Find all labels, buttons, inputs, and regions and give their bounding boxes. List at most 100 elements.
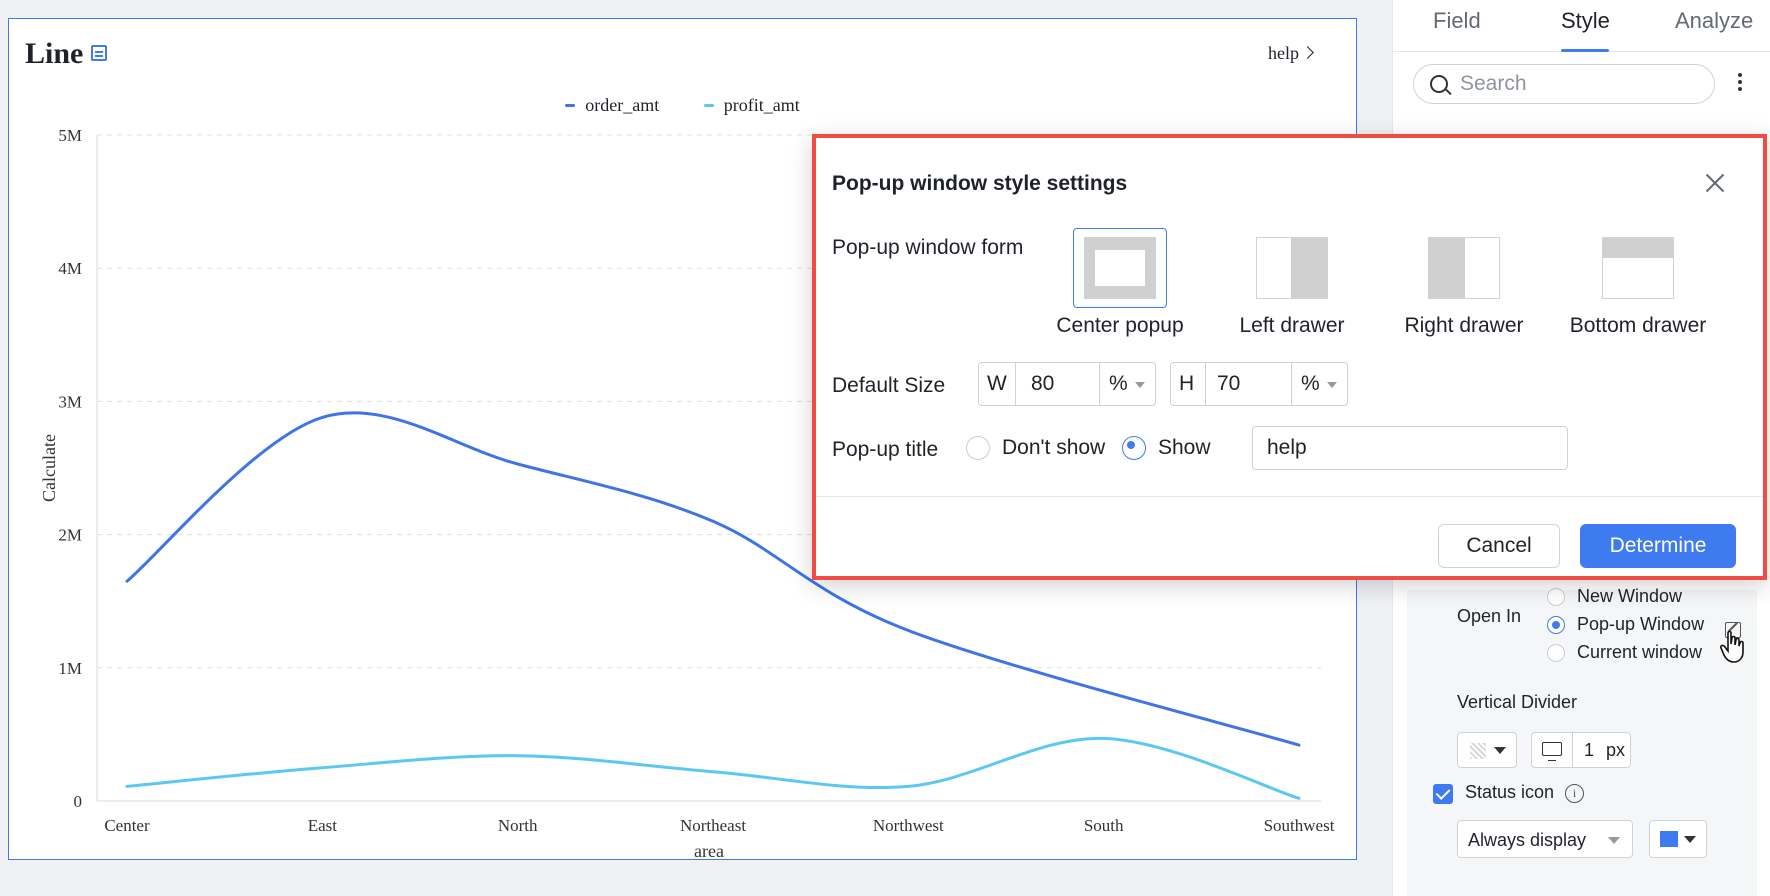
- search-icon: [1430, 75, 1448, 93]
- height-unit-select[interactable]: %: [1301, 363, 1320, 405]
- x-tick-label: North: [498, 816, 538, 835]
- divider-width-value[interactable]: 1: [1584, 740, 1594, 761]
- popup-title-label: Pop-up title: [832, 438, 939, 461]
- status-icon-label: Status icon: [1465, 782, 1555, 802]
- thumb-frame: [1602, 237, 1674, 299]
- thumb-drawer-area: [1429, 238, 1465, 298]
- popup-form-label: Pop-up window form: [832, 236, 1024, 259]
- center-popup-thumbnail[interactable]: [1073, 228, 1167, 308]
- height-input[interactable]: 70: [1217, 363, 1240, 405]
- search-input[interactable]: [1460, 71, 1700, 97]
- bottom-drawer-thumbnail[interactable]: [1591, 228, 1685, 308]
- radio-popup-window-circle[interactable]: [1547, 615, 1565, 634]
- search-box[interactable]: [1413, 64, 1715, 104]
- status-display-value: Always display: [1468, 830, 1587, 850]
- radio-popup-window[interactable]: Pop-up Window: [1547, 614, 1704, 635]
- open-in-label: Open In: [1457, 606, 1522, 626]
- close-icon[interactable]: [1704, 172, 1726, 194]
- status-icon-checkbox[interactable]: [1433, 784, 1453, 804]
- caret-down-icon: [1135, 382, 1145, 388]
- x-tick-label: Southwest: [1264, 816, 1335, 835]
- default-size-label: Default Size: [832, 374, 946, 397]
- more-options-icon[interactable]: [1737, 70, 1743, 98]
- radio-current-window-circle[interactable]: [1547, 643, 1565, 662]
- thumb-frame: [1084, 237, 1156, 299]
- info-icon[interactable]: i: [1565, 784, 1584, 803]
- radio-dont-show[interactable]: Don't show: [966, 436, 1105, 460]
- separator: [1099, 363, 1100, 405]
- radio-dont-show-circle[interactable]: [966, 436, 990, 460]
- hand-cursor-icon: [1720, 630, 1744, 663]
- width-input-group: W 80 %: [978, 362, 1156, 406]
- status-color-select[interactable]: [1649, 820, 1707, 858]
- determine-button[interactable]: Determine: [1580, 524, 1736, 568]
- transparent-color-swatch: [1470, 743, 1486, 759]
- radio-dont-show-label: Don't show: [1002, 436, 1106, 459]
- tab-field[interactable]: Field: [1433, 8, 1481, 34]
- popup-title-input[interactable]: [1252, 426, 1568, 470]
- radio-show-circle[interactable]: [1122, 436, 1146, 460]
- left-drawer-thumbnail[interactable]: [1245, 228, 1339, 308]
- radio-current-window-label: Current window: [1577, 642, 1703, 662]
- x-tick-label: Northwest: [873, 816, 944, 835]
- monitor-icon: [1542, 742, 1562, 761]
- radio-new-window[interactable]: New Window: [1547, 586, 1682, 607]
- form-option-bottom-drawer[interactable]: Bottom drawer: [1558, 228, 1718, 348]
- x-tick-label: Northeast: [680, 816, 746, 835]
- thumb-drawer-area: [1603, 238, 1673, 258]
- tab-analyze[interactable]: Analyze: [1675, 8, 1753, 34]
- thumb-frame: [1256, 237, 1328, 299]
- x-tick-label: Center: [104, 816, 150, 835]
- form-option-left-drawer[interactable]: Left drawer: [1212, 228, 1372, 348]
- panel-tabs: Field Style Analyze: [1393, 0, 1770, 52]
- width-input[interactable]: 80: [1031, 363, 1054, 405]
- series-line-profit-amt: [125, 736, 1301, 800]
- form-option-label: Bottom drawer: [1569, 314, 1707, 337]
- y-axis-title: Calculate: [39, 434, 59, 502]
- status-display-select[interactable]: Always display: [1457, 820, 1633, 858]
- popup-style-dialog: Pop-up window style settings Pop-up wind…: [812, 134, 1767, 580]
- thumb-frame: [1428, 237, 1500, 299]
- right-drawer-thumbnail[interactable]: [1417, 228, 1511, 308]
- thumb-center-window: [1095, 250, 1145, 286]
- dialog-divider: [816, 496, 1763, 497]
- input-separator: [1572, 733, 1573, 767]
- height-input-group: H 70 %: [1170, 362, 1348, 406]
- x-tick-label: South: [1084, 816, 1124, 835]
- separator: [1291, 363, 1292, 405]
- tab-style[interactable]: Style: [1561, 8, 1610, 34]
- active-tab-indicator: [1561, 49, 1609, 52]
- height-prefix: H: [1179, 372, 1195, 395]
- cancel-button[interactable]: Cancel: [1438, 524, 1560, 568]
- x-tick-label: East: [308, 816, 338, 835]
- divider-width-input[interactable]: 1 px: [1531, 732, 1631, 768]
- y-tick-label: 2M: [58, 526, 82, 545]
- y-tick-label: 5M: [58, 126, 82, 145]
- radio-show[interactable]: Show: [1122, 436, 1211, 460]
- thumb-drawer-area: [1291, 238, 1327, 298]
- vertical-divider-label: Vertical Divider: [1457, 692, 1578, 712]
- radio-current-window[interactable]: Current window: [1547, 642, 1702, 663]
- caret-down-icon: [1494, 747, 1506, 754]
- radio-popup-window-label: Pop-up Window: [1577, 614, 1705, 634]
- form-option-label: Right drawer: [1404, 314, 1524, 337]
- separator: [1205, 363, 1206, 405]
- x-axis-title: area: [694, 841, 724, 861]
- form-option-right-drawer[interactable]: Right drawer: [1384, 228, 1544, 348]
- caret-down-icon: [1327, 382, 1337, 388]
- y-tick-label: 0: [74, 792, 83, 811]
- y-tick-label: 3M: [58, 392, 82, 411]
- caret-down-icon: [1684, 836, 1696, 843]
- divider-color-select[interactable]: [1457, 732, 1517, 768]
- form-option-label: Left drawer: [1239, 314, 1345, 337]
- width-unit-select[interactable]: %: [1109, 363, 1128, 405]
- radio-new-window-circle[interactable]: [1547, 587, 1565, 606]
- width-prefix: W: [987, 372, 1007, 395]
- form-option-center-popup[interactable]: Center popup: [1040, 228, 1200, 348]
- radio-show-label: Show: [1158, 436, 1211, 459]
- separator: [1015, 363, 1016, 405]
- caret-down-icon: [1608, 837, 1620, 844]
- y-tick-label: 4M: [58, 259, 82, 278]
- radio-new-window-label: New Window: [1577, 586, 1683, 606]
- form-option-label: Center popup: [1056, 314, 1184, 337]
